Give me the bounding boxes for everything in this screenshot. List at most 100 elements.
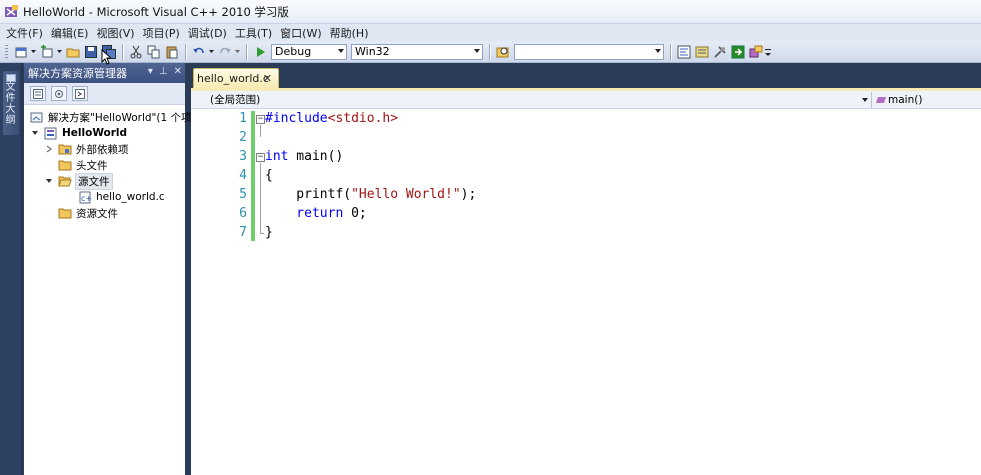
tab-hello-world-c[interactable]: hello_world.c ✕	[193, 68, 279, 88]
menu-edit[interactable]: 编辑(E)	[49, 25, 95, 41]
toolbar-options-dropdown-icon[interactable]	[765, 44, 771, 60]
tree-item-resource-files[interactable]: 资源文件	[58, 205, 119, 221]
menu-view[interactable]: 视图(V)	[94, 25, 140, 41]
menu-file[interactable]: 文件(F)	[4, 25, 49, 41]
menu-window[interactable]: 窗口(W)	[278, 25, 327, 41]
redo-dropdown-icon[interactable]	[234, 44, 240, 60]
close-icon[interactable]: ✕	[263, 72, 272, 85]
code-line-4: {	[265, 168, 273, 183]
undo-dropdown-icon[interactable]	[208, 44, 214, 60]
toolbar-separator	[185, 43, 186, 60]
code-line-6: return 0;	[265, 206, 367, 221]
view-code-button[interactable]	[72, 86, 88, 101]
class-view-icon[interactable]	[748, 44, 764, 60]
tree-item-source-files[interactable]: 源文件	[44, 172, 113, 190]
code-token: #include	[265, 111, 328, 126]
tab-label: hello_world.c	[197, 72, 269, 85]
tree-item-project[interactable]: HelloWorld	[30, 125, 128, 141]
outline-collapse-icon[interactable]: −	[256, 153, 265, 162]
code-line-5: printf("Hello World!");	[265, 187, 476, 202]
svg-text:c+: c+	[81, 194, 92, 203]
add-item-icon[interactable]	[39, 44, 55, 60]
line-number: 5	[239, 187, 247, 202]
scope-value: (全局范围)	[210, 94, 261, 106]
properties-button[interactable]	[30, 86, 46, 101]
copy-icon[interactable]	[146, 44, 162, 60]
collapse-icon[interactable]	[30, 128, 40, 138]
chevron-down-icon	[655, 48, 661, 53]
method-icon	[875, 96, 887, 103]
code-token: main()	[288, 149, 344, 164]
toolbar-separator	[670, 43, 671, 60]
solution-explorer-title: 解决方案资源管理器	[28, 67, 127, 80]
outline-collapse-icon[interactable]: −	[256, 115, 265, 124]
solution-explorer-icon[interactable]	[676, 44, 692, 60]
tree-item-solution[interactable]: 解决方案"HelloWorld"(1 个项目)	[30, 109, 207, 125]
member-dropdown[interactable]: main()	[872, 92, 922, 108]
window-position-icon[interactable]: ▾	[148, 66, 153, 77]
properties-icon[interactable]	[694, 44, 710, 60]
outline-end	[260, 233, 264, 234]
find-combo[interactable]	[514, 43, 664, 60]
menu-project[interactable]: 项目(P)	[141, 25, 186, 41]
new-project-icon[interactable]	[13, 44, 29, 60]
code-editor[interactable]: 1 2 3 4 5 6 7 − − #include<stdio.h> int …	[191, 109, 981, 475]
undo-icon[interactable]	[191, 44, 207, 60]
solution-platform-value: Win32	[355, 45, 390, 58]
chevron-down-icon	[338, 48, 344, 53]
output-icon[interactable]	[730, 44, 746, 60]
toolbar-grip[interactable]	[5, 44, 8, 59]
redo-icon[interactable]	[217, 44, 233, 60]
code-token: 0;	[343, 206, 367, 221]
window-title: HelloWorld - Microsoft Visual C++ 2010 学…	[23, 4, 289, 19]
chevron-down-icon	[474, 48, 480, 53]
folder-open-icon	[58, 175, 72, 188]
line-number: 1	[239, 111, 247, 126]
new-project-dropdown-icon[interactable]	[30, 44, 36, 60]
expand-icon[interactable]	[44, 144, 54, 154]
line-number: 2	[239, 130, 247, 145]
start-debugging-icon[interactable]	[252, 44, 268, 60]
menu-bar: 文件(F) 编辑(E) 视图(V) 项目(P) 调试(D) 工具(T) 窗口(W…	[0, 24, 981, 41]
tree-label: 头文件	[76, 159, 108, 172]
code-token: return	[265, 206, 344, 221]
tree-item-hello-world-c[interactable]: c+ hello_world.c	[78, 189, 166, 205]
code-token: int	[265, 149, 289, 164]
paste-icon[interactable]	[164, 44, 180, 60]
visual-studio-icon	[4, 4, 19, 19]
toolbox-icon[interactable]	[712, 44, 728, 60]
folder-icon	[58, 207, 72, 220]
tree-label: hello_world.c	[96, 191, 165, 203]
mouse-cursor-icon	[101, 48, 113, 68]
title-bar: HelloWorld - Microsoft Visual C++ 2010 学…	[0, 0, 981, 24]
close-icon[interactable]: ✕	[174, 66, 182, 77]
tree-item-external-deps[interactable]: 外部依赖项	[44, 141, 130, 157]
properties-icon	[33, 88, 43, 99]
open-folder-icon[interactable]	[65, 44, 81, 60]
menu-tools[interactable]: 工具(T)	[233, 25, 278, 41]
show-all-files-button[interactable]	[51, 86, 67, 101]
code-line-3: int main()	[265, 149, 343, 164]
solution-config-select[interactable]: Debug	[271, 43, 347, 60]
solution-tree: 解决方案"HelloWorld"(1 个项目) HelloWorld 外部依赖项…	[24, 105, 206, 220]
collapse-icon[interactable]	[44, 176, 54, 186]
code-line-1: #include<stdio.h>	[265, 111, 398, 126]
line-number: 4	[239, 168, 247, 183]
menu-help[interactable]: 帮助(H)	[328, 25, 375, 41]
line-number: 6	[239, 206, 247, 221]
tree-label: HelloWorld	[62, 127, 128, 139]
scope-dropdown[interactable]: (全局范围)	[194, 91, 872, 108]
code-token: <stdio.h>	[327, 111, 399, 126]
editor-area: hello_world.c ✕ (全局范围) main() 1 2 3 4 5 …	[191, 63, 981, 475]
tree-label: 外部依赖项	[76, 143, 129, 156]
add-item-dropdown-icon[interactable]	[56, 44, 62, 60]
tree-label: 资源文件	[76, 207, 118, 220]
menu-debug[interactable]: 调试(D)	[186, 25, 233, 41]
solution-config-value: Debug	[275, 45, 312, 58]
pin-icon[interactable]: ⊥	[159, 66, 168, 77]
solution-platform-select[interactable]: Win32	[351, 43, 483, 60]
save-icon[interactable]	[83, 44, 99, 60]
find-in-files-icon[interactable]	[495, 44, 511, 60]
cut-icon[interactable]	[128, 44, 144, 60]
tree-item-header-files[interactable]: 头文件	[58, 157, 109, 173]
